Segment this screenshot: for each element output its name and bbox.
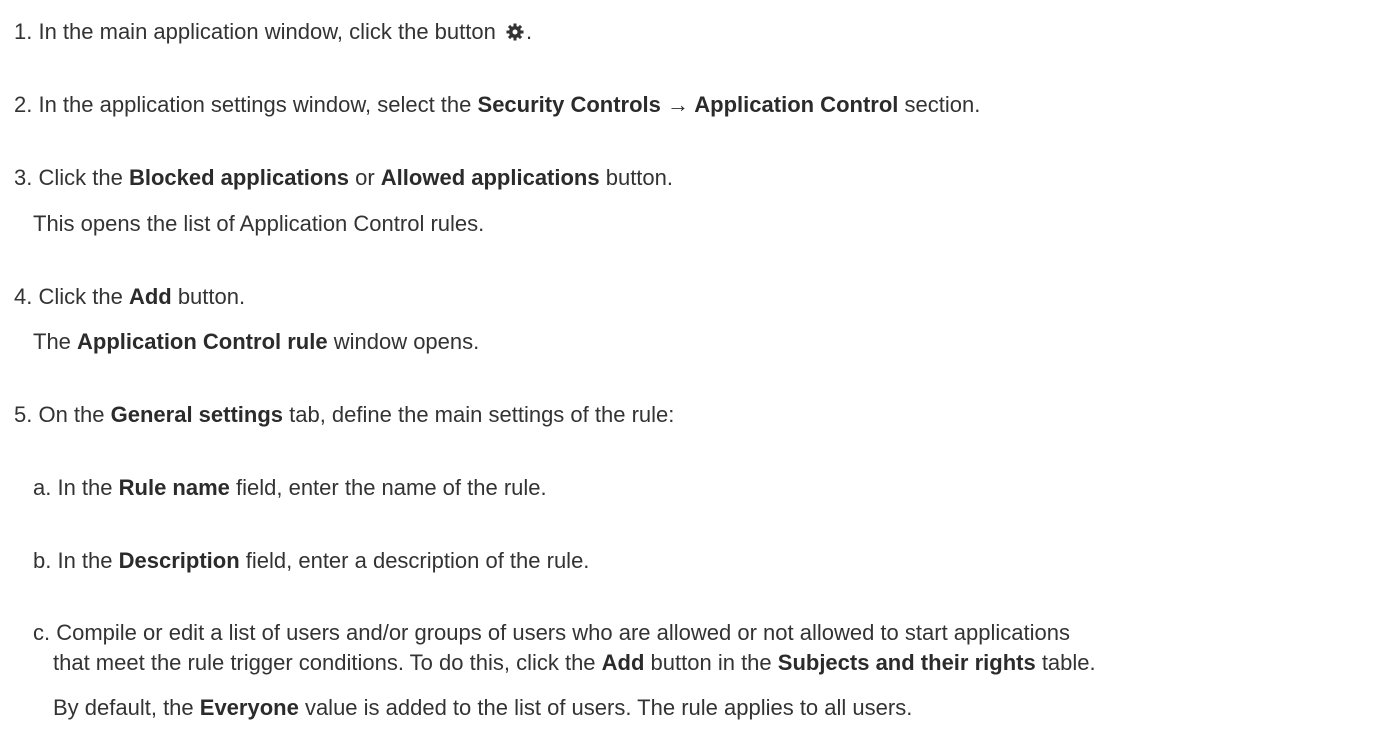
step-4: 4. Click the Add button. [14,284,246,309]
substep-a: a. In the Rule name field, enter the nam… [33,475,547,500]
step-4-note: The Application Control rule window open… [33,329,480,354]
step-3: 3. Click the Blocked applications or All… [14,165,673,190]
substep-c-line-1: c. Compile or edit a list of users and/o… [33,620,1070,645]
step-1: 1. In the main application window, click… [14,19,533,44]
step-3-note: This opens the list of Application Contr… [33,211,485,236]
step-5: 5. On the General settings tab, define t… [14,402,675,427]
gear-icon [505,22,525,42]
substep-b: b. In the Description field, enter a des… [33,548,590,573]
substep-c-note: By default, the Everyone value is added … [53,695,913,720]
step-2: 2. In the application settings window, s… [14,92,981,117]
substep-c-line-2: that meet the rule trigger conditions. T… [53,650,1096,675]
